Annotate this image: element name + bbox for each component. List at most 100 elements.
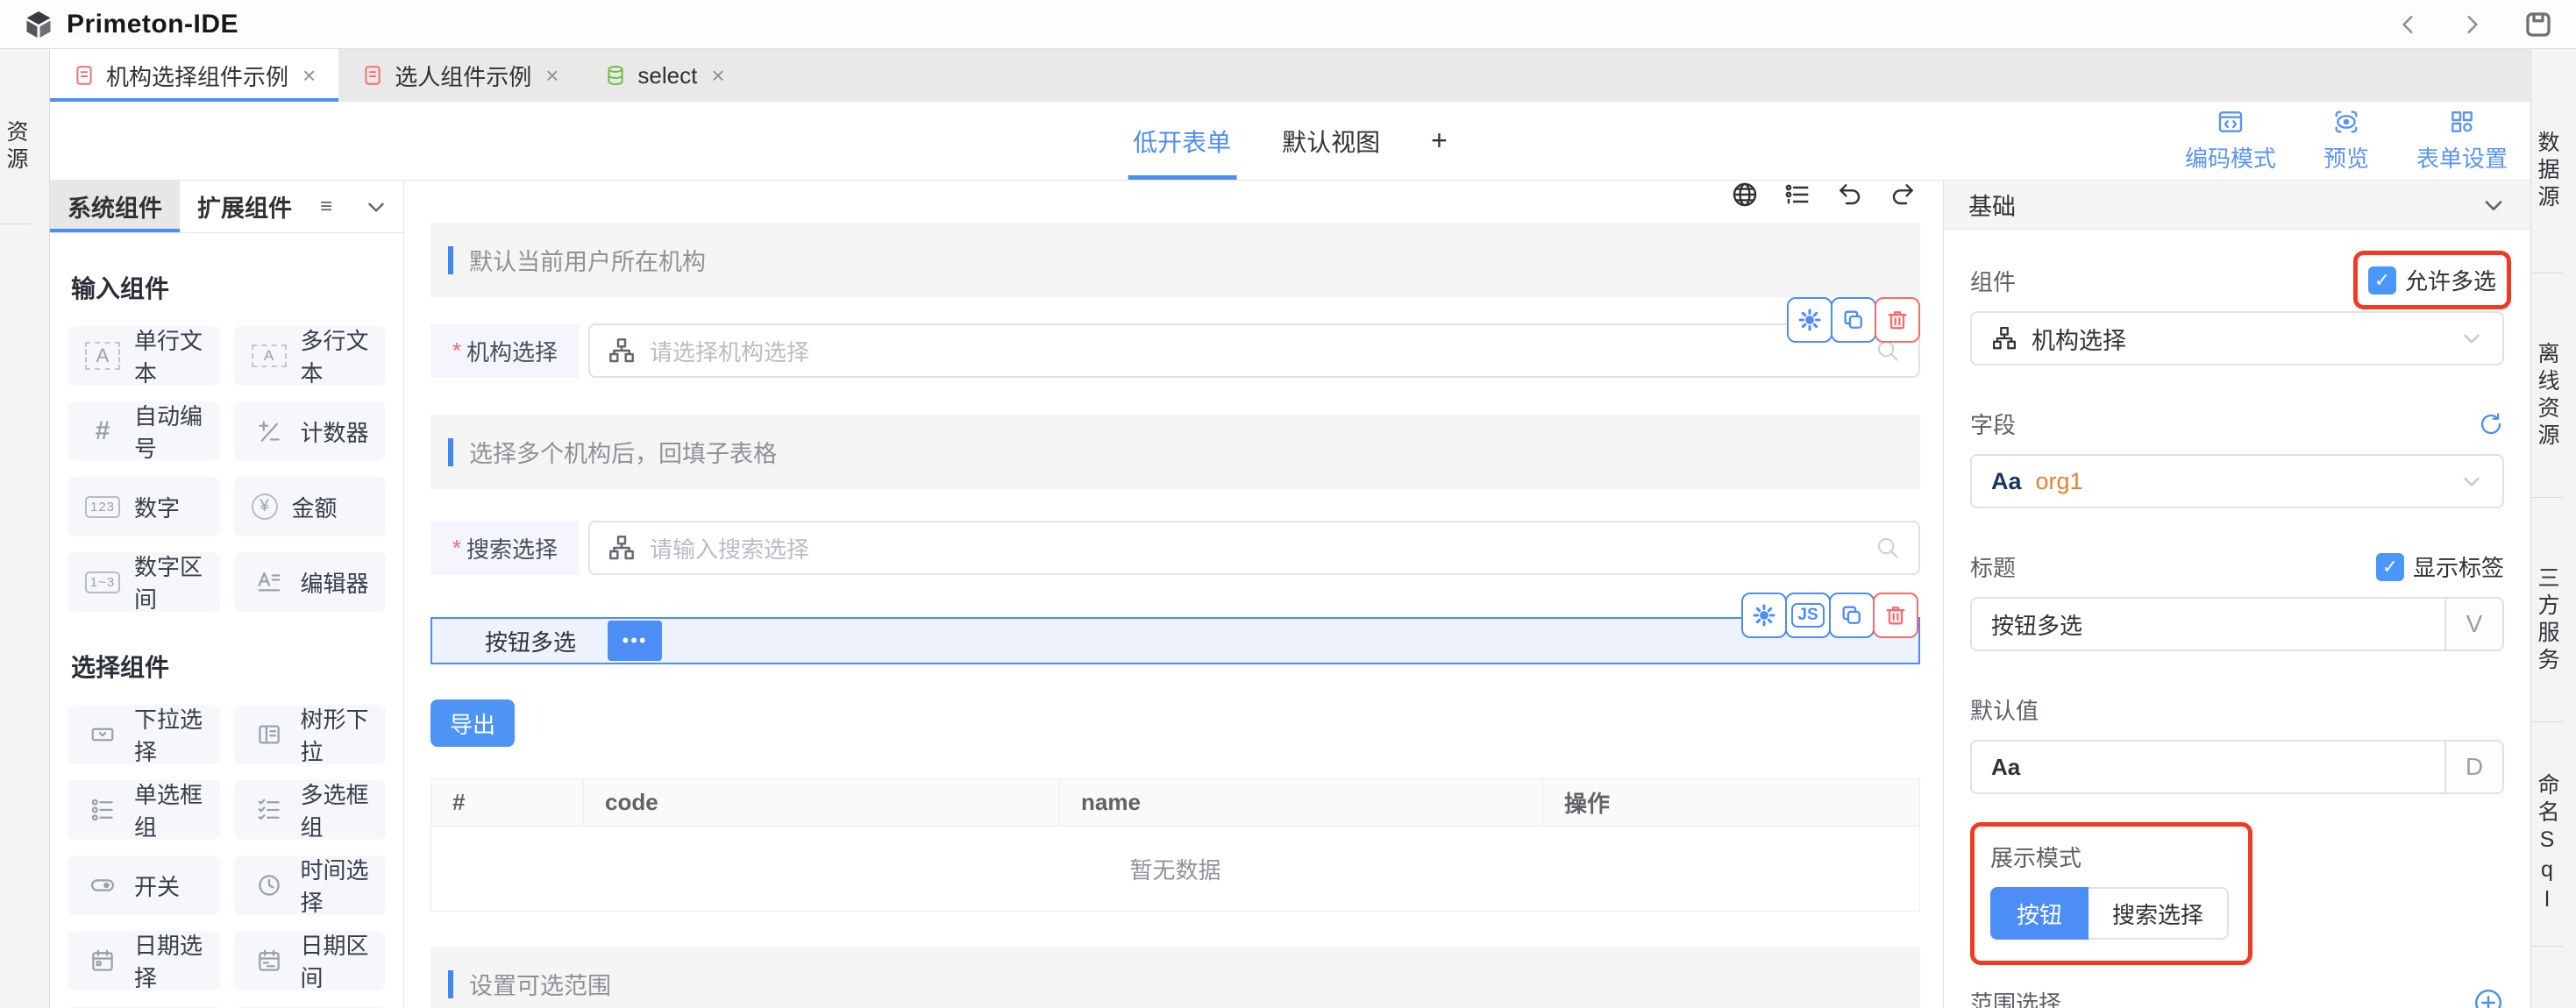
selected-component-actions: JS <box>1743 593 1918 638</box>
close-icon[interactable]: × <box>545 64 559 87</box>
component-js-button[interactable]: JS <box>1785 593 1831 638</box>
checkbox-group-icon <box>252 797 287 823</box>
close-icon[interactable]: × <box>711 64 724 87</box>
refresh-icon[interactable] <box>2478 411 2504 437</box>
component-card-tree-dropdown[interactable]: 树形下拉 <box>234 705 387 764</box>
component-card-multi-text[interactable]: A多行文本 <box>234 326 387 386</box>
component-card-number[interactable]: 123数字 <box>68 477 220 536</box>
title-input[interactable]: 按钮多选 <box>1972 599 2444 650</box>
code-mode-button[interactable]: 编码模式 <box>2185 108 2276 174</box>
inspector-header[interactable]: 基础 <box>1944 181 2530 230</box>
outline-icon[interactable] <box>1783 181 1811 209</box>
section-title-input-components: 输入组件 <box>71 270 382 305</box>
rail-item-resources[interactable]: 资源 <box>0 49 32 224</box>
palette-list-icon[interactable]: ≡ <box>320 195 332 219</box>
show-label-label: 显示标签 <box>2413 550 2504 583</box>
left-rail: 资源 <box>0 49 50 1008</box>
redo-icon[interactable] <box>1889 181 1917 209</box>
component-card-currency[interactable]: ¥金额 <box>234 477 387 536</box>
rail-item-offline-resources[interactable]: 离线资源 <box>2531 273 2563 498</box>
default-value-addon[interactable]: D <box>2444 742 2502 792</box>
mode-option-button[interactable]: 按钮 <box>1990 887 2089 940</box>
add-view-button[interactable]: + <box>1431 124 1448 157</box>
mode-option-search-select[interactable]: 搜索选择 <box>2089 887 2229 940</box>
copy-icon <box>1841 308 1866 332</box>
canvas-field-org-select[interactable]: * 机构选择 请选择机构选择 <box>431 323 1920 378</box>
field-settings-button[interactable] <box>1787 297 1832 343</box>
title-property-row: 标题 ✓ 显示标签 <box>1970 550 2504 583</box>
component-card-auto-number[interactable]: #自动编号 <box>68 401 220 461</box>
auto-number-icon: # <box>85 416 120 446</box>
component-copy-button[interactable] <box>1829 593 1875 638</box>
component-card-number-range[interactable]: 1~3数字区间 <box>68 552 220 612</box>
close-icon[interactable]: × <box>302 64 316 87</box>
component-card-date-range[interactable]: 日期区间 <box>234 931 387 990</box>
view-tab-lowcode-form[interactable]: 低开表单 <box>1133 102 1231 180</box>
globe-icon[interactable] <box>1731 181 1759 209</box>
title-variable-addon[interactable]: V <box>2444 599 2502 650</box>
component-card-dropdown[interactable]: 下拉选择 <box>68 705 220 764</box>
default-value-input[interactable]: Aa <box>1972 742 2444 792</box>
display-mode-label: 展示模式 <box>1990 841 2232 873</box>
undo-icon[interactable] <box>1836 181 1864 209</box>
canvas-section-header-3[interactable]: 设置可选范围 <box>431 947 1920 1008</box>
sub-table: # code name 操作 暂无数据 <box>431 778 1920 912</box>
eye-icon <box>2332 108 2360 136</box>
back-icon[interactable] <box>2397 13 2420 36</box>
chevron-down-icon <box>2460 327 2483 350</box>
doc-tab-org-select-demo[interactable]: 机构选择组件示例 × <box>50 49 338 102</box>
export-button[interactable]: 导出 <box>431 699 515 747</box>
allow-multi-checkbox[interactable]: ✓ <box>2368 266 2396 295</box>
component-card-radio-group[interactable]: 单选框组 <box>68 780 220 840</box>
add-range-icon[interactable] <box>2473 987 2504 1008</box>
component-card-single-text[interactable]: A单行文本 <box>68 326 220 386</box>
default-value-input-group: Aa D <box>1970 740 2504 794</box>
field-delete-button[interactable] <box>1875 297 1920 343</box>
show-label-checkbox[interactable]: ✓ <box>2376 553 2404 581</box>
tab-extended-components[interactable]: 扩展组件 <box>180 181 310 232</box>
doc-tab-select[interactable]: select × <box>581 49 747 102</box>
org-select-input[interactable]: 请选择机构选择 <box>588 323 1920 378</box>
column-header-index: # <box>431 779 584 826</box>
component-settings-button[interactable] <box>1741 593 1787 638</box>
component-card-date-picker[interactable]: 日期选择 <box>68 931 220 990</box>
required-mark: * <box>452 535 461 562</box>
field-binding-select[interactable]: Aa org1 <box>1970 454 2504 508</box>
radio-group-icon <box>85 797 120 823</box>
doc-tab-people-select-demo[interactable]: 选人组件示例 × <box>338 49 581 102</box>
selected-component-button-multi[interactable]: JS 按钮多选 ••• <box>431 617 1920 664</box>
search-icon <box>1875 535 1901 561</box>
preview-button[interactable]: 预览 <box>2323 108 2369 174</box>
rail-item-data-source[interactable]: 数据源 <box>2531 49 2563 273</box>
palette-tab-bar: 系统组件 扩展组件 ≡ <box>50 181 403 233</box>
form-settings-button[interactable]: 表单设置 <box>2416 108 2508 174</box>
range-select-label: 范围选择 <box>1970 986 2061 1008</box>
primeton-logo-icon <box>23 9 54 40</box>
document-tab-bar: 机构选择组件示例 × 选人组件示例 × select × <box>50 49 2530 102</box>
search-select-input[interactable]: 请输入搜索选择 <box>588 521 1920 575</box>
chevron-down-icon <box>2481 193 2506 217</box>
forward-icon[interactable] <box>2460 13 2483 36</box>
component-card-checkbox-group[interactable]: 多选框组 <box>234 780 387 840</box>
save-icon[interactable] <box>2523 10 2553 39</box>
view-tab-default-view[interactable]: 默认视图 <box>1282 102 1380 180</box>
column-header-code: code <box>584 779 1060 826</box>
rail-item-third-party-services[interactable]: 三方服务 <box>2531 498 2563 722</box>
component-card-time-picker[interactable]: 时间选择 <box>234 855 387 915</box>
component-card-counter[interactable]: 计数器 <box>234 401 387 461</box>
component-type-select[interactable]: 机构选择 <box>1970 311 2504 366</box>
tab-system-components[interactable]: 系统组件 <box>50 181 180 232</box>
canvas-field-search-select[interactable]: * 搜索选择 请输入搜索选择 <box>431 521 1920 575</box>
canvas-section-header-1[interactable]: 默认当前用户所在机构 <box>431 223 1920 297</box>
currency-icon: ¥ <box>252 493 278 520</box>
chevron-down-icon[interactable] <box>365 195 388 218</box>
field-type-badge: Aa <box>1991 468 2022 495</box>
component-card-switch[interactable]: 开关 <box>68 855 220 915</box>
component-card-rich-editor[interactable]: 编辑器 <box>234 552 387 612</box>
default-value-property-row: 默认值 <box>1970 693 2504 726</box>
field-copy-button[interactable] <box>1831 297 1876 343</box>
canvas-section-header-2[interactable]: 选择多个机构后，回填子表格 <box>431 415 1920 489</box>
rail-item-named-sql[interactable]: 命名Sql <box>2531 722 2563 947</box>
component-delete-button[interactable] <box>1873 593 1918 638</box>
more-button[interactable]: ••• <box>608 621 662 661</box>
